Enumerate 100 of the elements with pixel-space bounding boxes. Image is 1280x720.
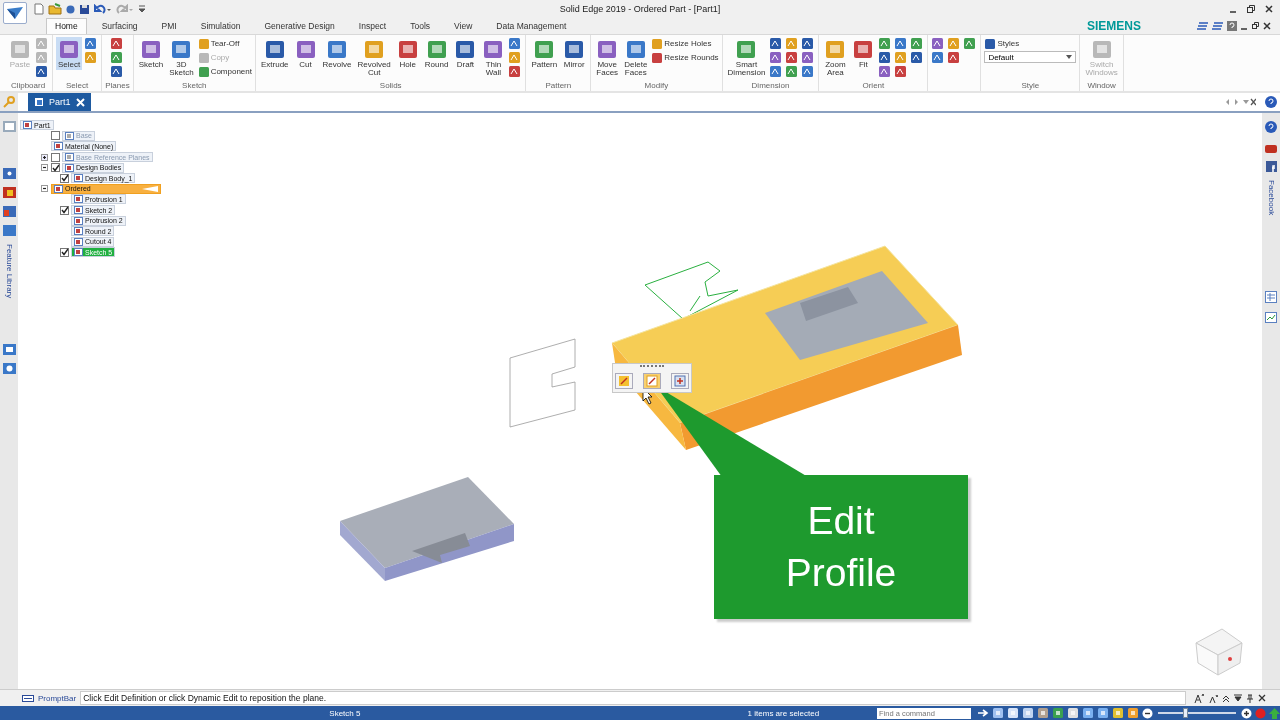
collapse-icon[interactable] (41, 164, 48, 172)
ribbon-button[interactable]: Cut (292, 37, 319, 70)
checkbox[interactable] (60, 173, 69, 183)
ribbon-tab[interactable]: View (445, 18, 482, 34)
zoom-out-icon[interactable] (1142, 707, 1153, 719)
ribbon-button[interactable]: Draft (452, 37, 479, 70)
view-tool-icon[interactable] (1037, 707, 1049, 719)
save-icon[interactable] (79, 3, 90, 15)
tool-icon[interactable] (2, 344, 16, 356)
tool-icon[interactable] (2, 187, 16, 198)
font-increase-icon[interactable] (1194, 693, 1205, 703)
ribbon-button[interactable]: Mirror (561, 37, 588, 70)
chevron-down-icon[interactable] (1234, 694, 1243, 702)
customize-icon[interactable] (138, 5, 146, 13)
ribbon-tab[interactable]: PMI (152, 18, 186, 34)
toolbar-button[interactable] (801, 65, 816, 78)
view-tool-icon[interactable] (992, 707, 1004, 719)
dynamic-edit-button[interactable] (671, 373, 689, 389)
toolbar-button[interactable] (878, 51, 893, 64)
toolbar-button[interactable] (769, 65, 784, 78)
chevron-up-icon[interactable] (1222, 694, 1231, 702)
checkbox[interactable] (60, 205, 69, 215)
view-tool-icon[interactable] (1022, 707, 1034, 719)
ribbon-tab[interactable]: Home (46, 18, 87, 34)
document-tab[interactable]: Part1 (28, 93, 91, 111)
feature-library-tab[interactable]: Feature Library (4, 244, 14, 299)
tool-icon[interactable] (2, 225, 16, 236)
spreadsheet-icon[interactable] (1265, 291, 1277, 304)
upload-icon[interactable] (1269, 707, 1280, 719)
toolbar-button[interactable] (508, 37, 523, 50)
ribbon-button[interactable]: Pattern (529, 37, 560, 70)
ribbon-tab[interactable]: Tools (401, 18, 440, 34)
ribbon-button[interactable]: Delete Faces (622, 37, 650, 78)
ribbon-tab[interactable]: Data Management (487, 18, 576, 34)
toolbar-button[interactable] (785, 65, 800, 78)
toolbar-button[interactable] (110, 37, 125, 50)
pin-icon[interactable] (1246, 693, 1255, 703)
help-icon[interactable] (1227, 21, 1237, 31)
ribbon-button[interactable]: Extrude (259, 37, 291, 70)
toolbar-button[interactable] (785, 51, 800, 64)
toolbar-button[interactable] (110, 65, 125, 78)
ribbon-button[interactable]: Sketch (136, 37, 166, 70)
clipboard-icon[interactable] (1265, 311, 1277, 324)
checkbox[interactable] (60, 247, 69, 257)
ribbon-button[interactable]: Resize Holes (651, 37, 719, 50)
ribbon-button[interactable]: Smart Dimension (725, 37, 768, 78)
font-decrease-icon[interactable] (1208, 693, 1219, 703)
ribbon-button[interactable]: Component (197, 65, 252, 78)
new-file-icon[interactable] (34, 3, 44, 15)
toolbar-button[interactable] (110, 51, 125, 64)
view-tool-icon[interactable] (1007, 707, 1019, 719)
ribbon-button[interactable]: Hole (394, 37, 421, 70)
toolbar-button[interactable] (910, 37, 925, 50)
ribbon-button[interactable]: Thin Wall (480, 37, 507, 78)
ribbon-button[interactable]: 3D Sketch (167, 37, 196, 78)
view-tool-icon[interactable] (1127, 707, 1139, 719)
edit-profile-button[interactable] (643, 373, 661, 389)
toolbar-button[interactable] (801, 37, 816, 50)
toolbar-button[interactable] (931, 51, 946, 64)
checkbox[interactable] (51, 163, 60, 173)
ribbon-button[interactable]: Revolve (320, 37, 354, 70)
view-tool-icon[interactable] (1052, 707, 1064, 719)
tool-icon[interactable] (2, 206, 16, 217)
view-tool-icon[interactable] (1112, 707, 1124, 719)
ribbon-tab[interactable]: Inspect (349, 18, 396, 34)
ribbon-button[interactable]: Tear-Off (197, 37, 252, 50)
collapse-icon[interactable] (41, 185, 48, 193)
ribbon-button[interactable]: Select (56, 37, 83, 70)
toolbar-button[interactable] (963, 37, 978, 50)
ribbon-button[interactable]: Styles (984, 37, 1077, 50)
restore-icon[interactable] (1246, 4, 1256, 14)
list-icon[interactable] (1212, 21, 1224, 31)
help-icon[interactable] (1265, 96, 1277, 108)
ribbon-tab[interactable]: Simulation (191, 18, 250, 34)
toolbar-button[interactable] (769, 51, 784, 64)
ribbon-button[interactable]: Revolved Cut (355, 37, 393, 78)
toolbar-button[interactable] (508, 65, 523, 78)
toolbar-button[interactable] (947, 51, 962, 64)
tool-icon[interactable] (2, 363, 16, 375)
list-icon[interactable] (1197, 21, 1209, 31)
toolbar-button[interactable] (801, 51, 816, 64)
view-tool-icon[interactable] (1097, 707, 1109, 719)
help-icon[interactable] (1265, 121, 1277, 133)
toolbar-button[interactable] (894, 37, 909, 50)
close-icon[interactable] (1263, 21, 1272, 31)
close-icon[interactable] (1258, 694, 1267, 702)
zoom-in-icon[interactable] (1241, 707, 1252, 719)
facebook-icon[interactable] (1265, 161, 1277, 172)
toolbar-button[interactable] (878, 37, 893, 50)
arrow-icon[interactable] (977, 708, 989, 718)
toolbar-button[interactable] (84, 37, 99, 50)
toolbar-button[interactable] (769, 37, 784, 50)
tab-navigation-icon[interactable] (1226, 98, 1256, 106)
application-button[interactable] (3, 2, 27, 24)
tool-icon[interactable] (2, 168, 16, 179)
ribbon-button[interactable]: Resize Rounds (651, 51, 719, 64)
ribbon-button[interactable]: Move Faces (594, 37, 621, 78)
ribbon-button[interactable]: Fit (850, 37, 877, 70)
ribbon-button[interactable]: Zoom Area (822, 37, 849, 78)
toolbar-button[interactable] (878, 65, 893, 78)
